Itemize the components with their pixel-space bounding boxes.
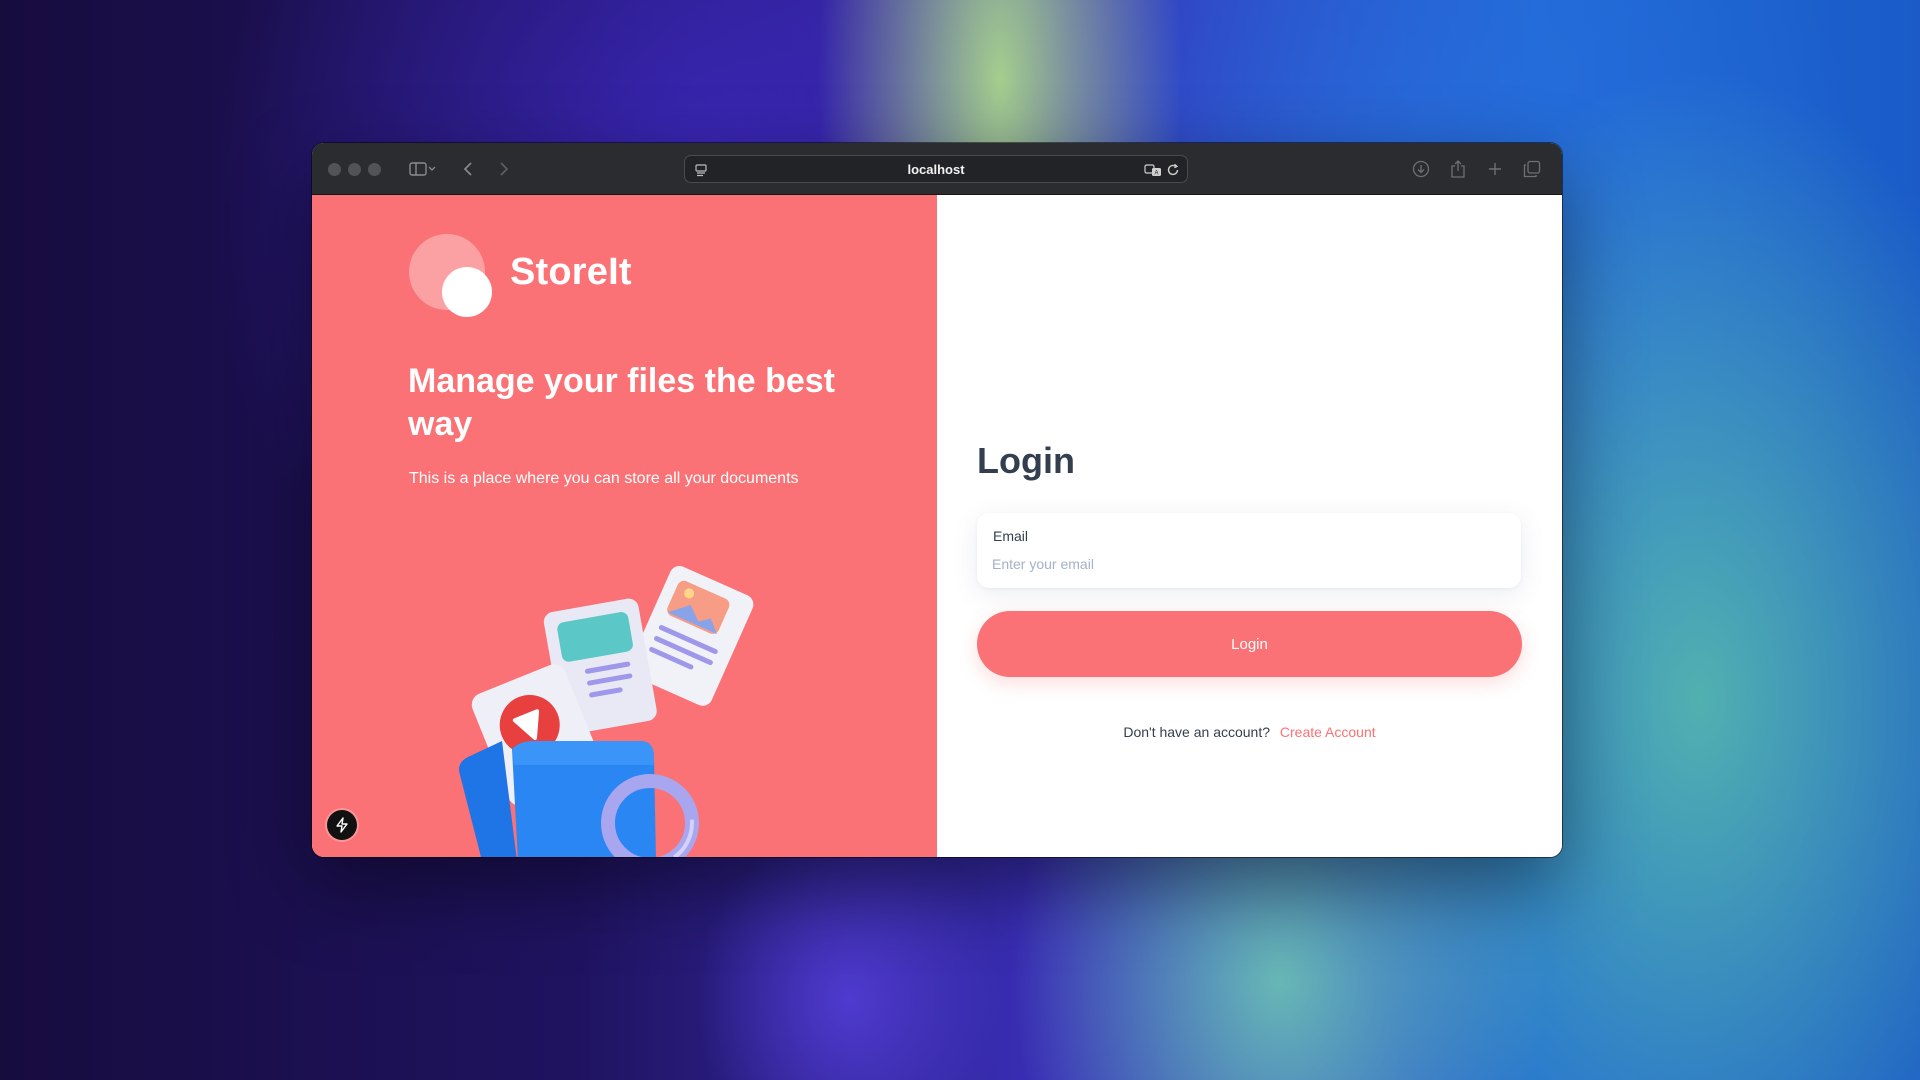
tab-overview-icon[interactable] (1520, 157, 1544, 181)
svg-text:A: A (1155, 171, 1159, 177)
hero-headline: Manage your files the best way (408, 362, 835, 443)
forward-arrow-icon[interactable] (492, 157, 516, 181)
email-input[interactable] (992, 553, 1492, 575)
zoom-window-button[interactable] (368, 163, 381, 176)
address-text: localhost (907, 162, 965, 177)
login-button[interactable]: Login (977, 611, 1522, 677)
hero-subtitle: This is a place where you can store all … (409, 470, 799, 487)
address-bar[interactable]: localhost A (684, 155, 1188, 183)
signup-prompt: Don't have an account? (1123, 724, 1271, 740)
brand-panel: StoreIt Manage your files the best way T… (312, 195, 937, 857)
page-content: StoreIt Manage your files the best way T… (312, 195, 1562, 857)
devtools-button[interactable] (327, 810, 357, 840)
chevron-down-icon[interactable] (425, 157, 439, 181)
files-illustration (459, 565, 754, 857)
browser-window: localhost A StoreIt Manage your files th… (312, 143, 1562, 857)
share-icon[interactable] (1446, 157, 1470, 181)
download-icon[interactable] (1409, 157, 1433, 181)
signup-prompt-row: Don't have an account? Create Account (977, 724, 1522, 740)
back-arrow-icon[interactable] (456, 157, 480, 181)
create-account-link[interactable]: Create Account (1280, 724, 1376, 740)
login-panel: Login Email Login Don't have an account?… (937, 195, 1562, 857)
login-title: Login (977, 440, 1075, 481)
email-field[interactable]: Email (977, 513, 1521, 588)
storeit-logo-icon (409, 234, 492, 317)
close-window-button[interactable] (328, 163, 341, 176)
brand-name: StoreIt (510, 251, 632, 293)
reload-icon[interactable] (1161, 158, 1185, 182)
minimize-window-button[interactable] (348, 163, 361, 176)
email-label: Email (993, 528, 1029, 544)
lightning-icon (336, 817, 348, 833)
new-tab-icon[interactable] (1483, 157, 1507, 181)
browser-toolbar: localhost A (312, 143, 1562, 195)
